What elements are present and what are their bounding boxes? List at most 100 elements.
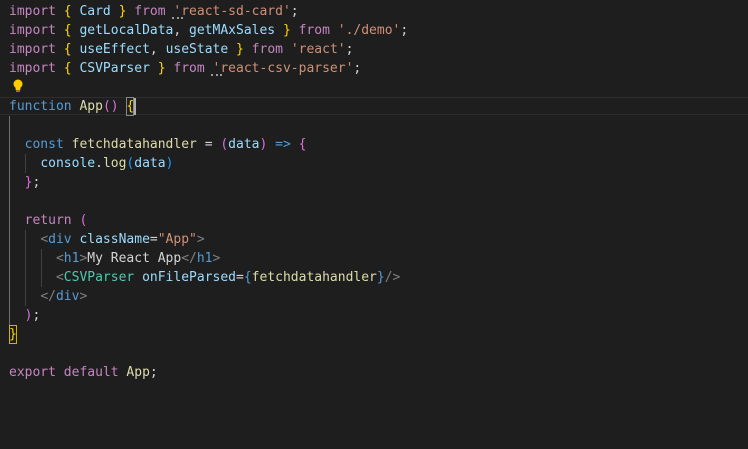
object-name: console — [40, 156, 96, 171]
keyword-from: from — [251, 42, 283, 57]
keyword-import: import — [9, 61, 56, 76]
semicolon: ; — [149, 365, 158, 380]
brace-open: { — [63, 23, 72, 38]
problem-squiggle[interactable] — [211, 73, 222, 76]
handler-reference: fetchdatahandler — [251, 270, 377, 285]
comma: , — [149, 42, 158, 57]
tag-bracket: < — [55, 270, 64, 285]
matched-brace-close: } — [9, 325, 17, 344]
function-name: fetchdatahandler — [71, 137, 197, 152]
problem-squiggle[interactable] — [172, 16, 183, 19]
code-line-16: </div> — [9, 287, 87, 306]
brace-open: { — [63, 42, 72, 57]
jsx-attribute: className — [79, 232, 150, 247]
tag-bracket: < — [40, 232, 49, 247]
brace-close: } — [282, 23, 291, 38]
paren-close: ) — [259, 137, 268, 152]
tag-bracket: < — [55, 251, 64, 266]
brace-close: } — [157, 61, 166, 76]
code-line-17: ); — [9, 306, 41, 325]
brace-open: { — [243, 270, 252, 285]
tag-bracket: > — [79, 289, 88, 304]
tag-bracket: /> — [384, 270, 401, 285]
module-string: react-sd-card' — [181, 4, 291, 19]
import-name: Card — [79, 4, 111, 19]
export-name: App — [126, 365, 150, 380]
tag-bracket: > — [196, 232, 205, 247]
tag-bracket: </ — [40, 289, 56, 304]
paren-open: ( — [102, 99, 111, 114]
jsx-tag: div — [48, 232, 72, 247]
operator: = — [149, 232, 158, 247]
import-name: useEffect — [79, 42, 150, 57]
code-line-13: <div className="App"> — [9, 230, 205, 249]
jsx-tag: div — [55, 289, 80, 304]
module-string: 'react' — [290, 42, 346, 57]
code-line-12: return ( — [9, 211, 88, 230]
code-editor[interactable]: import { Card } from 'react-sd-card'; im… — [0, 0, 748, 449]
semicolon: ; — [32, 308, 41, 323]
code-line-10: }; — [9, 173, 41, 192]
brace-close: } — [376, 270, 385, 285]
code-line-20: export default App; — [9, 363, 158, 382]
operator: = — [204, 137, 213, 152]
semicolon: ; — [32, 175, 41, 190]
keyword-import: import — [9, 4, 56, 19]
paren-open: ( — [79, 213, 88, 228]
semicolon: ; — [345, 42, 354, 57]
brace-open: { — [63, 4, 72, 19]
import-name: getLocalData — [79, 23, 174, 38]
keyword-return: return — [24, 213, 72, 228]
jsx-component: CSVParser — [63, 270, 135, 285]
code-line-8: const fetchdatahandler = (data) => { — [9, 135, 307, 154]
paren-close: ) — [110, 99, 119, 114]
keyword-from: from — [134, 4, 166, 19]
code-line-14: <h1>My React App</h1> — [9, 249, 220, 268]
jsx-attribute: onFileParsed — [142, 270, 236, 285]
comma: , — [173, 23, 182, 38]
import-name: useState — [165, 42, 229, 57]
arrow: => — [275, 137, 291, 152]
keyword-import: import — [9, 23, 56, 38]
code-line-4: import { CSVParser } from 'react-csv-par… — [9, 59, 361, 78]
keyword-function: function — [9, 99, 72, 114]
keyword-default: default — [63, 365, 119, 380]
code-line-6: function App() { — [9, 97, 135, 116]
semicolon: ; — [290, 4, 299, 19]
dot: . — [95, 156, 103, 171]
code-line-1: import { Card } from 'react-sd-card'; — [9, 2, 299, 21]
code-line-15: <CSVParser onFileParsed={fetchdatahandle… — [9, 268, 400, 287]
import-name: CSVParser — [79, 61, 150, 76]
keyword-import: import — [9, 42, 56, 57]
brace-close: } — [236, 42, 244, 57]
code-line-9: console.log(data) — [9, 154, 173, 173]
code-line-2: import { getLocalData, getMAxSales } fro… — [9, 21, 408, 40]
operator: = — [236, 270, 244, 285]
module-string: react-csv-parser' — [220, 61, 354, 76]
import-name: getMAxSales — [189, 23, 276, 38]
semicolon: ; — [400, 23, 409, 38]
semicolon: ; — [353, 61, 362, 76]
code-line-3: import { useEffect, useState } from 'rea… — [9, 40, 353, 59]
tag-bracket: </ — [181, 251, 197, 266]
parameter: data — [228, 137, 260, 152]
keyword-const: const — [24, 137, 64, 152]
text-cursor — [134, 98, 136, 115]
argument: data — [134, 156, 166, 171]
brace-open: { — [63, 61, 72, 76]
jsx-tag: h1 — [63, 251, 80, 266]
module-string: './demo' — [337, 23, 401, 38]
code-line-18: } — [9, 325, 17, 344]
paren-close: ) — [165, 156, 174, 171]
lightbulb-icon[interactable] — [12, 79, 24, 93]
function-name: App — [79, 99, 103, 114]
jsx-tag: h1 — [196, 251, 213, 266]
keyword-export: export — [9, 365, 56, 380]
jsx-text: My React App — [87, 251, 182, 266]
paren-open: ( — [220, 137, 229, 152]
brace-open: { — [298, 137, 307, 152]
keyword-from: from — [298, 23, 330, 38]
tag-bracket: > — [212, 251, 221, 266]
attribute-value: "App" — [157, 232, 197, 247]
keyword-from: from — [173, 61, 205, 76]
